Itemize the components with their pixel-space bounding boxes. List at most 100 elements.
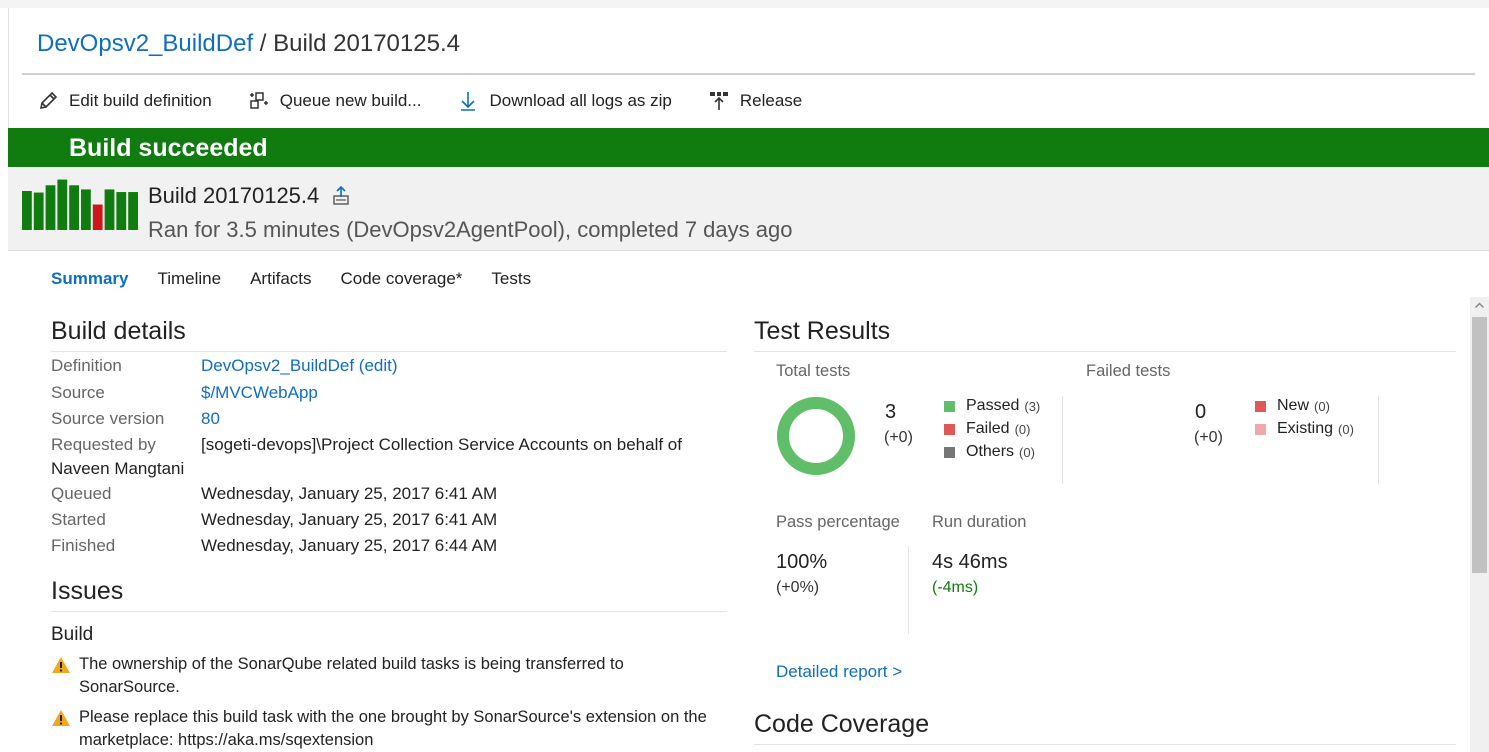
download-logs-button[interactable]: Download all logs as zip <box>457 90 672 112</box>
column-separator <box>1062 396 1063 484</box>
queue-new-build-button[interactable]: Queue new build... <box>248 90 422 112</box>
source-link[interactable]: $/MVCWebApp <box>201 383 318 403</box>
source-version-link[interactable]: 80 <box>201 409 220 429</box>
build-history-bar[interactable] <box>33 192 44 230</box>
failed-swatch <box>944 423 955 435</box>
scrollbar-thumb[interactable] <box>1472 317 1487 573</box>
failed-tests-delta: (+0) <box>1194 429 1223 446</box>
build-title-text: Build 20170125.4 <box>148 183 320 208</box>
source-label: Source <box>51 383 105 402</box>
release-button[interactable]: Release <box>708 90 802 112</box>
others-swatch <box>944 446 955 458</box>
download-logs-label: Download all logs as zip <box>489 91 672 110</box>
build-history-bar[interactable] <box>128 192 138 230</box>
retain-build-icon[interactable] <box>331 185 351 206</box>
legend-others: Others (0) <box>944 443 1035 461</box>
detailed-report-link[interactable]: Detailed report > <box>776 662 902 682</box>
definition-link[interactable]: DevOpsv2_BuildDef (edit) <box>201 356 398 376</box>
run-duration-label: Run duration <box>932 513 1027 531</box>
header-divider <box>22 73 1475 75</box>
pass-percentage-label: Pass percentage <box>776 513 900 531</box>
issue-item: The ownership of the SonarQube related b… <box>51 653 711 699</box>
tab-artifacts[interactable]: Artifacts <box>250 269 311 289</box>
tab-bar: Summary Timeline Artifacts Code coverage… <box>51 269 560 289</box>
legend-failed: Failed (0) <box>944 420 1030 438</box>
scroll-up-arrow-icon[interactable] <box>1474 300 1485 311</box>
new-swatch <box>1255 400 1266 412</box>
existing-swatch <box>1255 423 1266 435</box>
release-icon <box>709 92 728 110</box>
build-history-bar[interactable] <box>116 192 127 230</box>
toolbar: Edit build definition Queue new build...… <box>37 88 838 114</box>
breadcrumb-separator: / <box>259 30 267 57</box>
pass-percentage-value: 100% <box>776 551 828 573</box>
finished-label: Finished <box>51 536 116 555</box>
legend-existing: Existing (0) <box>1255 420 1354 438</box>
download-icon <box>461 92 476 111</box>
started-value: Wednesday, January 25, 2017 6:41 AM <box>201 510 498 529</box>
test-results-heading: Test Results <box>754 317 891 345</box>
queue-icon <box>249 92 268 109</box>
build-history-bar[interactable] <box>69 185 79 230</box>
column-separator <box>1378 396 1379 484</box>
code-coverage-divider <box>754 744 1456 745</box>
warning-icon <box>52 657 70 673</box>
definition-label: Definition <box>51 356 122 375</box>
run-duration-value: 4s 46ms <box>932 551 1008 573</box>
build-history-bar[interactable] <box>81 189 91 230</box>
code-coverage-heading: Code Coverage <box>754 710 930 738</box>
tab-tests[interactable]: Tests <box>491 269 531 289</box>
build-details-divider <box>51 351 727 352</box>
total-tests-delta: (+0) <box>884 429 913 446</box>
failed-tests-value: 0 <box>1195 401 1207 423</box>
finished-value: Wednesday, January 25, 2017 6:44 AM <box>201 536 498 555</box>
total-tests-donut-chart <box>777 397 855 475</box>
build-details-heading: Build details <box>51 317 186 345</box>
issues-group-build: Build <box>51 624 94 645</box>
total-tests-value: 3 <box>885 401 897 423</box>
tab-timeline[interactable]: Timeline <box>157 269 221 289</box>
edit-build-definition-button[interactable]: Edit build definition <box>37 90 212 112</box>
queued-value: Wednesday, January 25, 2017 6:41 AM <box>201 484 498 503</box>
column-separator <box>908 546 909 634</box>
breadcrumb-current-build: Build 20170125.4 <box>273 30 460 57</box>
run-duration-delta: (-4ms) <box>932 579 979 596</box>
issues-heading: Issues <box>51 577 124 605</box>
total-tests-label: Total tests <box>776 362 851 380</box>
requested-by-label: Requested by <box>51 435 156 454</box>
build-history-bar[interactable] <box>22 191 32 230</box>
issues-divider <box>51 611 727 612</box>
test-results-divider <box>754 351 1456 352</box>
requested-by-value-cont: Naveen Mangtani <box>51 459 185 478</box>
build-history-bar[interactable] <box>92 204 103 230</box>
build-history-chart[interactable] <box>22 178 138 230</box>
tab-summary[interactable]: Summary <box>51 269 128 289</box>
queue-new-build-label: Queue new build... <box>279 91 422 110</box>
release-label: Release <box>739 91 803 110</box>
breadcrumb-definition-link[interactable]: DevOpsv2_BuildDef <box>37 30 253 57</box>
started-label: Started <box>51 510 106 529</box>
top-strip <box>0 0 1489 8</box>
legend-new: New (0) <box>1255 397 1330 415</box>
issue-item: Please replace this build task with the … <box>51 706 711 752</box>
build-run-summary: Ran for 3.5 minutes (DevOpsv2AgentPool),… <box>148 217 793 242</box>
build-history-bar[interactable] <box>45 185 56 230</box>
build-history-bar[interactable] <box>104 189 115 230</box>
issue-text: The ownership of the SonarQube related b… <box>79 655 624 696</box>
tab-code-coverage[interactable]: Code coverage* <box>341 269 463 289</box>
left-border <box>8 8 9 128</box>
source-version-label: Source version <box>51 409 165 428</box>
warning-icon <box>52 710 70 726</box>
passed-swatch <box>944 400 955 412</box>
pass-percentage-delta: (+0%) <box>776 579 820 596</box>
build-title: Build 20170125.4 <box>148 183 351 209</box>
donut-passed-segment <box>777 397 855 475</box>
breadcrumb: DevOpsv2_BuildDef / Build 20170125.4 <box>37 30 460 58</box>
queued-label: Queued <box>51 484 112 503</box>
build-history-bar[interactable] <box>57 179 68 230</box>
legend-passed: Passed (3) <box>944 397 1040 415</box>
failed-tests-label: Failed tests <box>1086 362 1171 380</box>
edit-build-definition-label: Edit build definition <box>69 91 212 110</box>
requested-by-value: [sogeti-devops]\Project Collection Servi… <box>201 435 682 454</box>
pencil-icon <box>39 91 58 110</box>
